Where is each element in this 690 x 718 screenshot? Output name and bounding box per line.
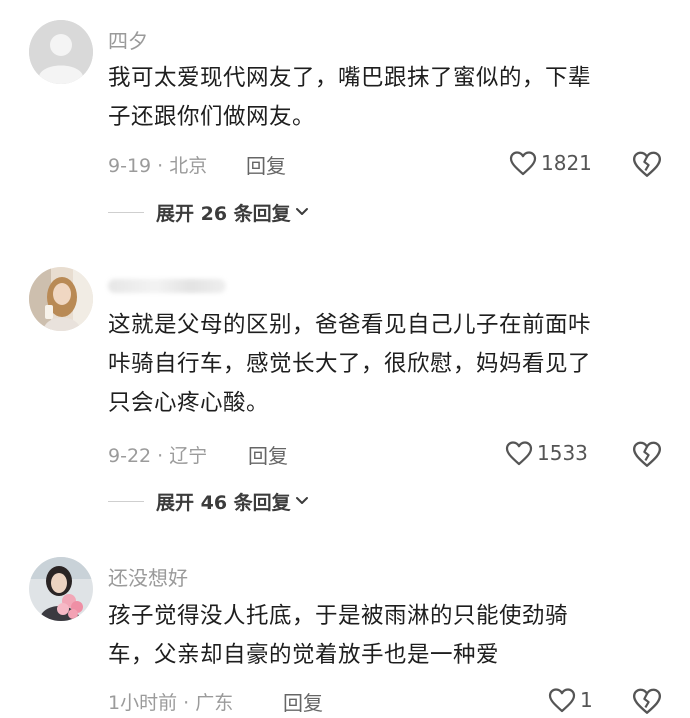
date-location: 9-22 · 辽宁 — [108, 445, 208, 467]
date-location: 9-19 · 北京 — [108, 155, 208, 177]
reply-button[interactable]: 回复 — [246, 150, 286, 179]
like-button[interactable]: 1533 — [505, 438, 588, 468]
broken-heart-icon[interactable] — [632, 149, 662, 179]
heart-outline-icon — [505, 441, 533, 466]
expand-replies-label: 展开 46 条回复 — [156, 491, 291, 514]
expand-replies-button[interactable]: 展开 46 条回复 — [108, 486, 309, 516]
like-count: 1 — [580, 688, 593, 712]
comment-text-line: 我可太爱现代网友了，嘴巴跟抹了蜜似的，下辈 — [108, 65, 592, 91]
reply-button[interactable]: 回复 — [283, 687, 323, 716]
like-count: 1533 — [537, 441, 588, 465]
photo-avatar-flowers — [29, 557, 93, 621]
comment-text-line: 这就是父母的区别，爸爸看见自己儿子在前面咔 — [108, 312, 592, 338]
comment-text: 孩子觉得没人托底，于是被雨淋的只能使劲骑 车，父亲却自豪的觉着放手也是一种爱 — [108, 597, 668, 675]
comment-text-line: 子还跟你们做网友。 — [108, 104, 316, 130]
heart-outline-icon — [509, 151, 537, 176]
comment-text: 我可太爱现代网友了，嘴巴跟抹了蜜似的，下辈 子还跟你们做网友。 — [108, 59, 668, 137]
chevron-down-icon — [295, 208, 308, 215]
default-avatar-icon — [29, 20, 93, 84]
expand-replies-button[interactable]: 展开 26 条回复 — [108, 197, 309, 227]
like-count: 1821 — [541, 151, 592, 175]
username-blurred[interactable] — [108, 279, 226, 293]
username[interactable]: 四夕 — [108, 25, 148, 54]
comment-text-line: 咔骑自行车，感觉长大了，很欣慰，妈妈看见了 — [108, 351, 592, 377]
avatar[interactable] — [29, 267, 93, 331]
photo-avatar-woman — [29, 267, 93, 331]
comment-text-line: 车，父亲却自豪的觉着放手也是一种爱 — [108, 642, 500, 668]
like-button[interactable]: 1821 — [509, 148, 592, 178]
like-button[interactable]: 1 — [548, 685, 593, 715]
broken-heart-icon[interactable] — [632, 686, 662, 716]
comment-text-line: 只会心疼心酸。 — [108, 390, 270, 416]
broken-heart-icon[interactable] — [632, 439, 662, 469]
avatar[interactable] — [29, 20, 93, 84]
divider — [108, 500, 144, 502]
comment-text-line: 孩子觉得没人托底，于是被雨淋的只能使劲骑 — [108, 603, 569, 629]
chevron-down-icon — [295, 497, 308, 504]
comment-text: 这就是父母的区别，爸爸看见自己儿子在前面咔 咔骑自行车，感觉长大了，很欣慰，妈妈… — [108, 306, 668, 423]
date-location: 1小时前 · 广东 — [108, 692, 234, 714]
heart-outline-icon — [548, 688, 576, 713]
divider — [108, 211, 144, 213]
expand-replies-label: 展开 26 条回复 — [156, 202, 291, 225]
reply-button[interactable]: 回复 — [248, 440, 288, 469]
username[interactable]: 还没想好 — [108, 562, 188, 591]
avatar[interactable] — [29, 557, 93, 621]
